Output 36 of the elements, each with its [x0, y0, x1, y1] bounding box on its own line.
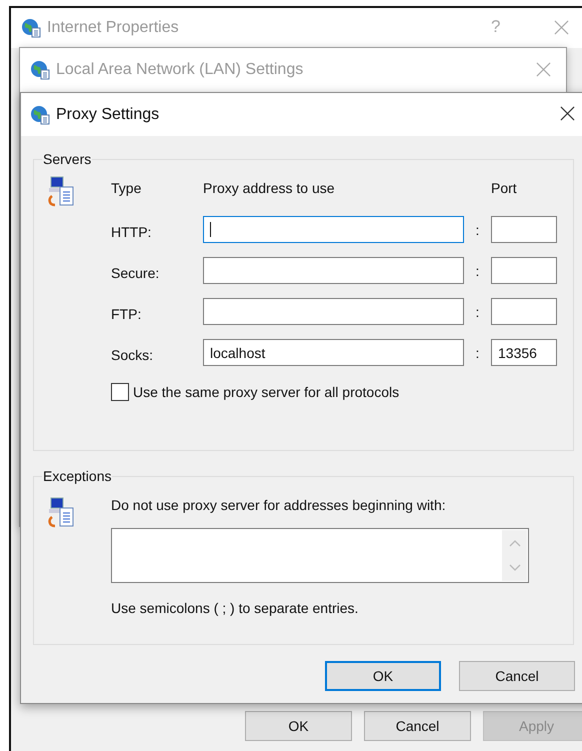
port-field[interactable]: 13356 [491, 339, 557, 366]
protocol-label: FTP: [111, 306, 142, 322]
separator-text: : [474, 262, 480, 278]
protocol-label: HTTP: [111, 224, 152, 240]
dialog-button[interactable]: Cancel [364, 711, 471, 741]
dialog-button[interactable]: OK [325, 661, 441, 691]
window-title: Local Area Network (LAN) Settings [56, 61, 304, 79]
protocol-label: Socks: [111, 346, 154, 362]
address-field[interactable] [203, 257, 464, 284]
separator-text: : [474, 344, 480, 360]
dialog-button[interactable]: OK [245, 711, 352, 741]
port-field[interactable] [491, 216, 557, 243]
hint-text: Use semicolons ( ; ) to separate entries. [111, 600, 360, 616]
column-header: Type [111, 180, 142, 196]
column-header: Proxy address to use [203, 180, 336, 196]
separator-text: : [474, 304, 480, 320]
globe-icon [21, 18, 41, 38]
group-label: Exceptions [42, 468, 112, 484]
exceptions-description: Do not use proxy server for addresses beginning with: [111, 497, 447, 513]
globe-icon [30, 104, 50, 124]
group-label: Servers [42, 151, 92, 167]
protocol-label: Secure: [111, 264, 160, 280]
address-field[interactable]: localhost [203, 339, 464, 366]
window-title: Proxy Settings [56, 106, 160, 124]
port-field[interactable] [491, 298, 557, 325]
dialog-button[interactable]: Cancel [459, 661, 575, 691]
globe-icon [30, 60, 50, 80]
window-title: Internet Properties [47, 19, 179, 37]
address-field[interactable] [203, 298, 464, 325]
port-field[interactable] [491, 257, 557, 284]
checkbox-label: Use the same proxy server for all protocols [133, 384, 400, 400]
checkbox[interactable] [111, 383, 129, 401]
separator-text: : [474, 222, 480, 238]
address-field[interactable] [203, 216, 464, 243]
close-icon[interactable] [560, 106, 575, 121]
column-header: Port [491, 180, 518, 196]
